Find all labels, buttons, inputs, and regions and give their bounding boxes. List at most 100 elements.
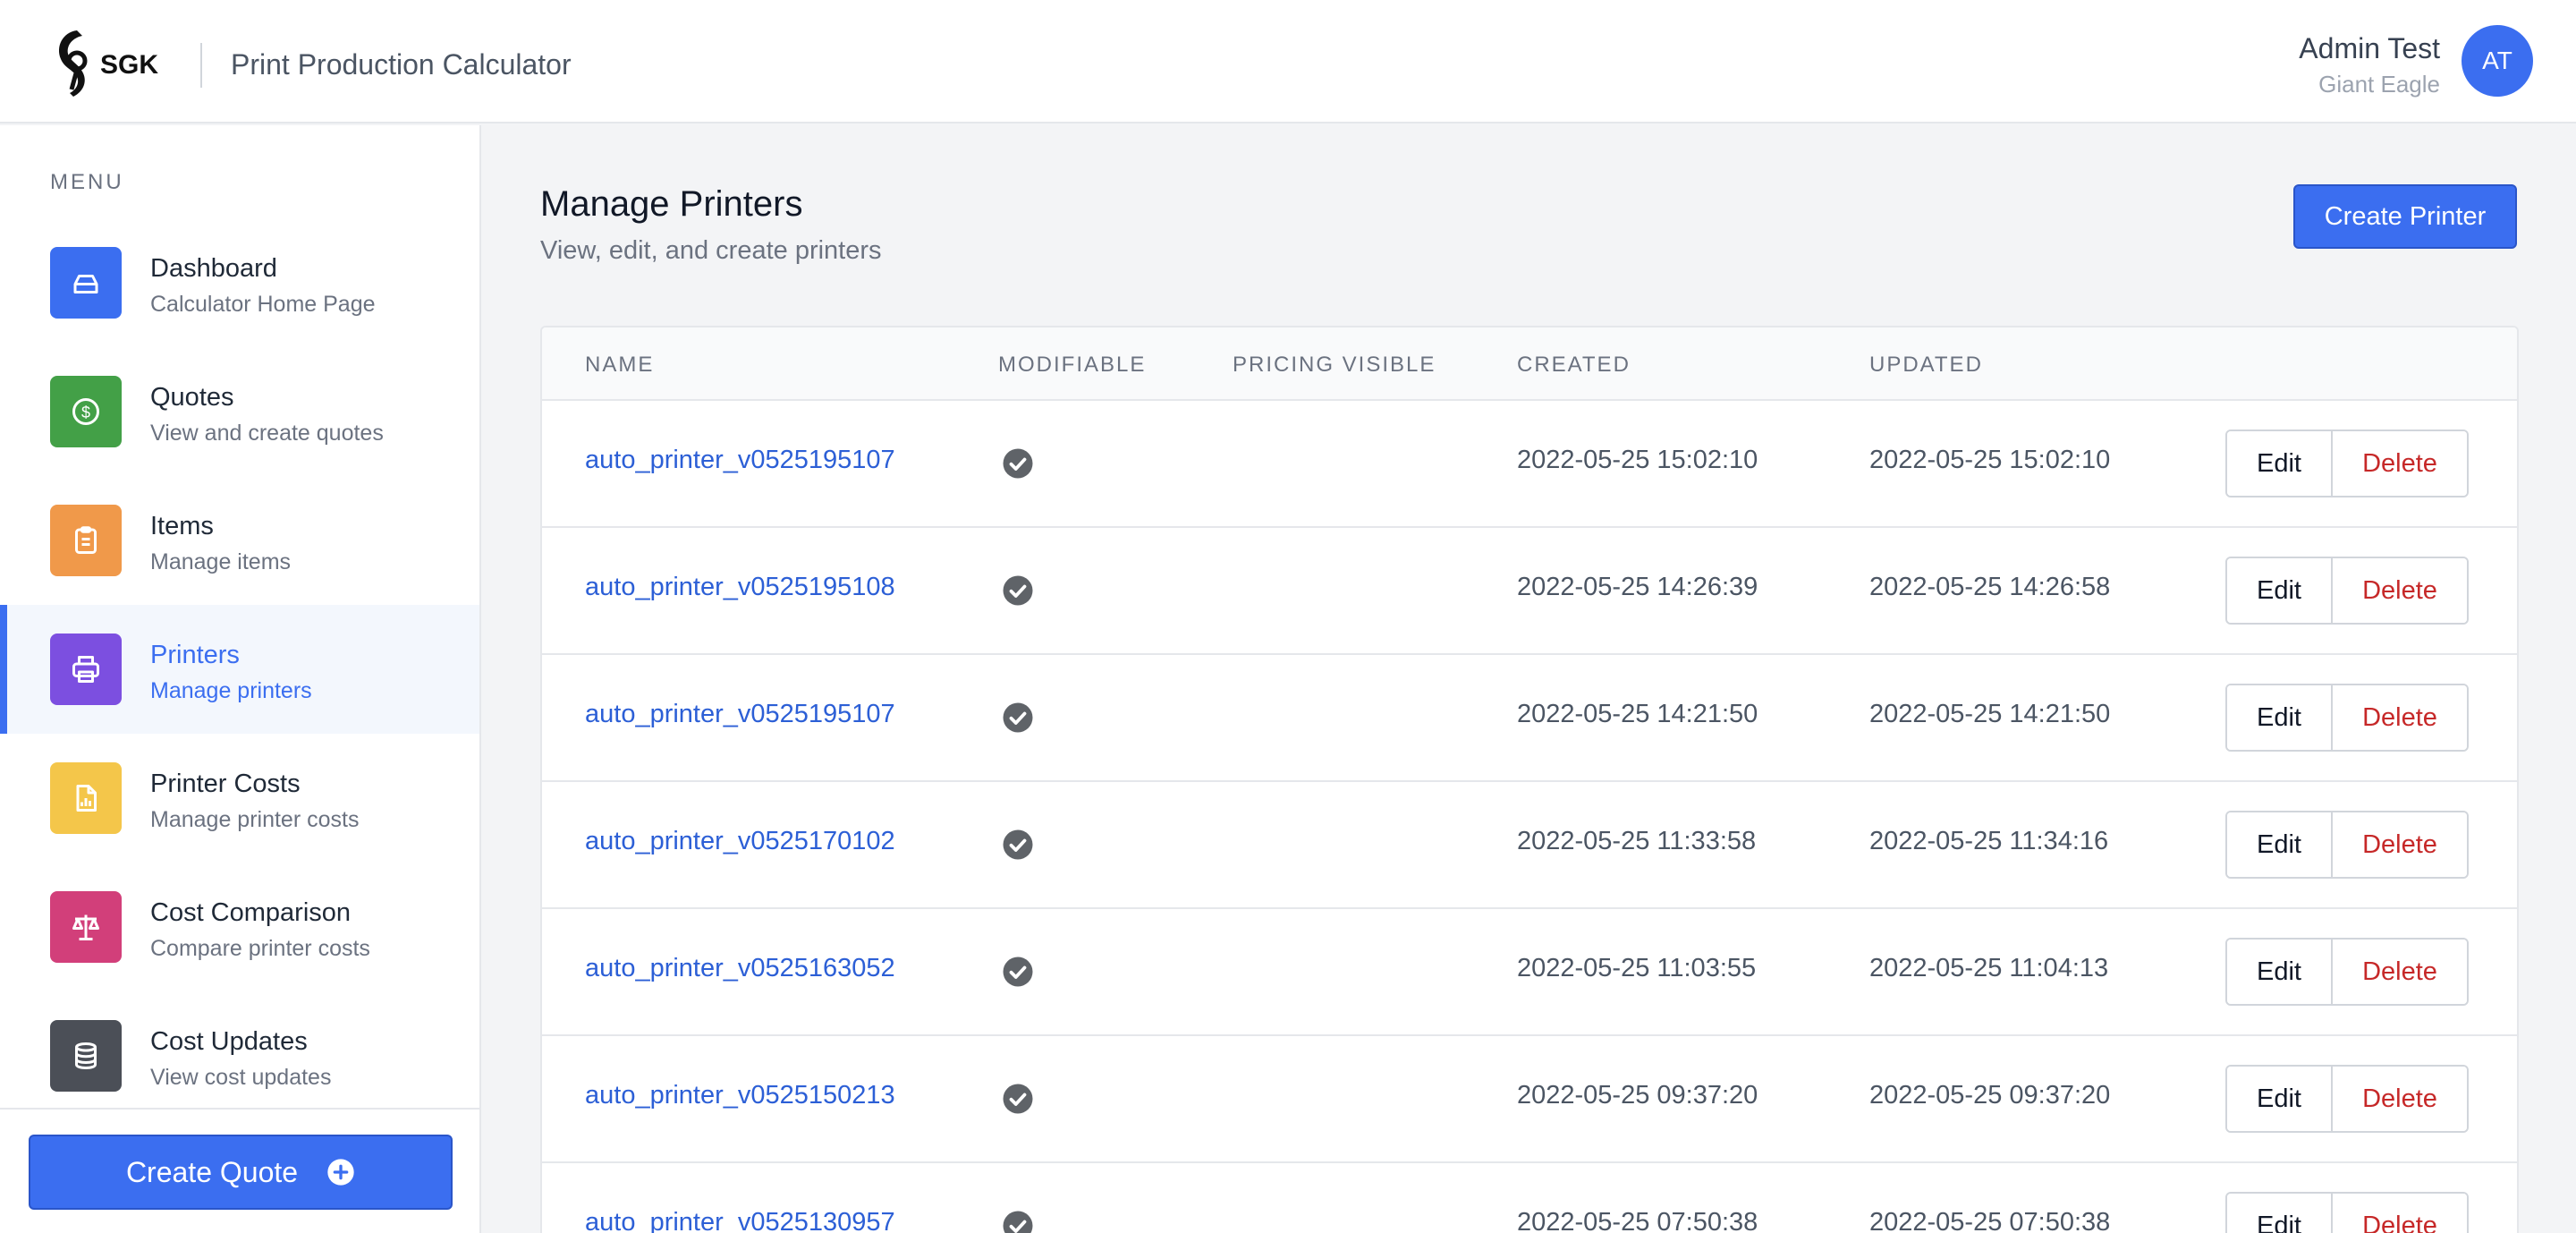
delete-button[interactable]: Delete	[2333, 431, 2467, 496]
sidebar-item-dashboard[interactable]: Dashboard Calculator Home Page	[0, 218, 479, 347]
created-date: 2022-05-25 14:21:50	[1517, 700, 1758, 728]
edit-button[interactable]: Edit	[2227, 431, 2333, 496]
sidebar-item-subtitle: Manage items	[150, 549, 292, 574]
sgk-logo[interactable]: SGK	[50, 23, 175, 98]
header-divider	[200, 43, 202, 88]
sidebar-item-subtitle: Compare printer costs	[150, 936, 370, 961]
app-header: SGK Print Production Calculator Admin Te…	[0, 0, 2576, 123]
sidebar-item-title: Printer Costs	[150, 770, 301, 798]
currency-dollar-icon: $	[50, 376, 122, 447]
svg-text:$: $	[81, 404, 90, 421]
plus-circle-icon	[327, 1159, 354, 1186]
delete-button[interactable]: Delete	[2333, 1067, 2467, 1131]
app-title: Print Production Calculator	[231, 48, 572, 81]
check-circle-icon	[1002, 447, 1034, 480]
column-header-updated[interactable]: UPDATED	[1869, 353, 1983, 378]
column-header-created[interactable]: CREATED	[1517, 353, 1631, 378]
create-quote-button[interactable]: Create Quote	[29, 1135, 453, 1210]
sidebar-item-cost-updates[interactable]: Cost Updates View cost updates	[0, 991, 479, 1120]
updated-date: 2022-05-25 09:37:20	[1869, 1081, 2111, 1110]
created-date: 2022-05-25 11:03:55	[1517, 954, 1757, 982]
create-quote-label: Create Quote	[125, 1155, 299, 1188]
column-header-pricing-visible[interactable]: PRICING VISIBLE	[1233, 353, 1436, 378]
delete-button[interactable]: Delete	[2333, 1194, 2467, 1233]
table-header: NAME MODIFIABLE PRICING VISIBLE CREATED …	[542, 327, 2517, 401]
check-circle-icon	[1002, 702, 1034, 734]
printer-name-link[interactable]: auto_printer_v0525130957	[585, 1208, 895, 1233]
updated-date: 2022-05-25 11:04:13	[1869, 954, 2109, 982]
sidebar-item-subtitle: Manage printer costs	[150, 807, 360, 832]
check-circle-icon	[1002, 956, 1034, 988]
created-date: 2022-05-25 11:33:58	[1517, 827, 1757, 855]
updated-date: 2022-05-25 14:21:50	[1869, 700, 2111, 728]
updated-date: 2022-05-25 14:26:58	[1869, 573, 2111, 601]
column-header-name[interactable]: NAME	[585, 353, 654, 378]
edit-button[interactable]: Edit	[2227, 1194, 2333, 1233]
svg-text:SGK: SGK	[100, 50, 158, 80]
scale-icon	[50, 891, 122, 963]
sidebar-item-printer-costs[interactable]: Printer Costs Manage printer costs	[0, 734, 479, 863]
user-organization: Giant Eagle	[2318, 71, 2440, 98]
clipboard-list-icon	[50, 505, 122, 576]
edit-button[interactable]: Edit	[2227, 940, 2333, 1004]
menu-label: MENU	[50, 170, 124, 194]
user-avatar[interactable]: AT	[2462, 25, 2533, 97]
sidebar-footer: Create Quote	[0, 1108, 479, 1233]
created-date: 2022-05-25 15:02:10	[1517, 446, 1758, 474]
printer-icon	[50, 634, 122, 705]
sidebar: MENU Dashboard Calculator Home Page $ Qu…	[0, 125, 481, 1233]
document-chart-icon	[50, 762, 122, 834]
table-row: auto_printer_v0525195107 2022-05-25 14:2…	[542, 655, 2517, 782]
row-actions: Edit Delete	[2225, 429, 2469, 497]
sidebar-item-quotes[interactable]: $ Quotes View and create quotes	[0, 347, 479, 476]
delete-button[interactable]: Delete	[2333, 812, 2467, 877]
page-subtitle: View, edit, and create printers	[540, 236, 882, 265]
table-row: auto_printer_v0525163052 2022-05-25 11:0…	[542, 909, 2517, 1036]
printer-name-link[interactable]: auto_printer_v0525150213	[585, 1081, 895, 1110]
check-circle-icon	[1002, 574, 1034, 607]
row-actions: Edit Delete	[2225, 557, 2469, 625]
printer-name-link[interactable]: auto_printer_v0525195108	[585, 573, 895, 602]
table-row: auto_printer_v0525150213 2022-05-25 09:3…	[542, 1036, 2517, 1163]
sidebar-item-title: Items	[150, 512, 214, 540]
delete-button[interactable]: Delete	[2333, 685, 2467, 750]
sidebar-item-title: Cost Updates	[150, 1027, 308, 1056]
printer-name-link[interactable]: auto_printer_v0525170102	[585, 827, 895, 856]
delete-button[interactable]: Delete	[2333, 940, 2467, 1004]
sidebar-item-title: Dashboard	[150, 254, 277, 283]
table-row: auto_printer_v0525195108 2022-05-25 14:2…	[542, 528, 2517, 655]
created-date: 2022-05-25 07:50:38	[1517, 1208, 1758, 1233]
delete-button[interactable]: Delete	[2333, 558, 2467, 623]
table-row: auto_printer_v0525170102 2022-05-25 11:3…	[542, 782, 2517, 909]
edit-button[interactable]: Edit	[2227, 685, 2333, 750]
page-title: Manage Printers	[540, 184, 803, 224]
database-icon	[50, 1020, 122, 1092]
created-date: 2022-05-25 09:37:20	[1517, 1081, 1758, 1110]
edit-button[interactable]: Edit	[2227, 812, 2333, 877]
row-actions: Edit Delete	[2225, 1065, 2469, 1133]
sidebar-item-subtitle: View cost updates	[150, 1065, 332, 1090]
printer-name-link[interactable]: auto_printer_v0525163052	[585, 954, 895, 983]
sidebar-item-printers[interactable]: Printers Manage printers	[0, 605, 479, 734]
sidebar-item-subtitle: View and create quotes	[150, 421, 384, 446]
row-actions: Edit Delete	[2225, 1192, 2469, 1233]
create-printer-button[interactable]: Create Printer	[2293, 184, 2517, 249]
printer-name-link[interactable]: auto_printer_v0525195107	[585, 700, 895, 729]
edit-button[interactable]: Edit	[2227, 558, 2333, 623]
sidebar-item-cost-comparison[interactable]: Cost Comparison Compare printer costs	[0, 863, 479, 991]
check-circle-icon	[1002, 1210, 1034, 1233]
check-circle-icon	[1002, 1083, 1034, 1115]
column-header-modifiable[interactable]: MODIFIABLE	[998, 353, 1146, 378]
sidebar-item-items[interactable]: Items Manage items	[0, 476, 479, 605]
sidebar-item-subtitle: Calculator Home Page	[150, 292, 376, 317]
check-circle-icon	[1002, 829, 1034, 861]
sidebar-item-title: Quotes	[150, 383, 234, 412]
table-row: auto_printer_v0525195107 2022-05-25 15:0…	[542, 401, 2517, 528]
row-actions: Edit Delete	[2225, 684, 2469, 752]
sidebar-item-subtitle: Manage printers	[150, 678, 312, 703]
edit-button[interactable]: Edit	[2227, 1067, 2333, 1131]
sidebar-item-title: Cost Comparison	[150, 898, 352, 927]
row-actions: Edit Delete	[2225, 938, 2469, 1006]
printers-table: NAME MODIFIABLE PRICING VISIBLE CREATED …	[540, 326, 2519, 1233]
printer-name-link[interactable]: auto_printer_v0525195107	[585, 446, 895, 475]
